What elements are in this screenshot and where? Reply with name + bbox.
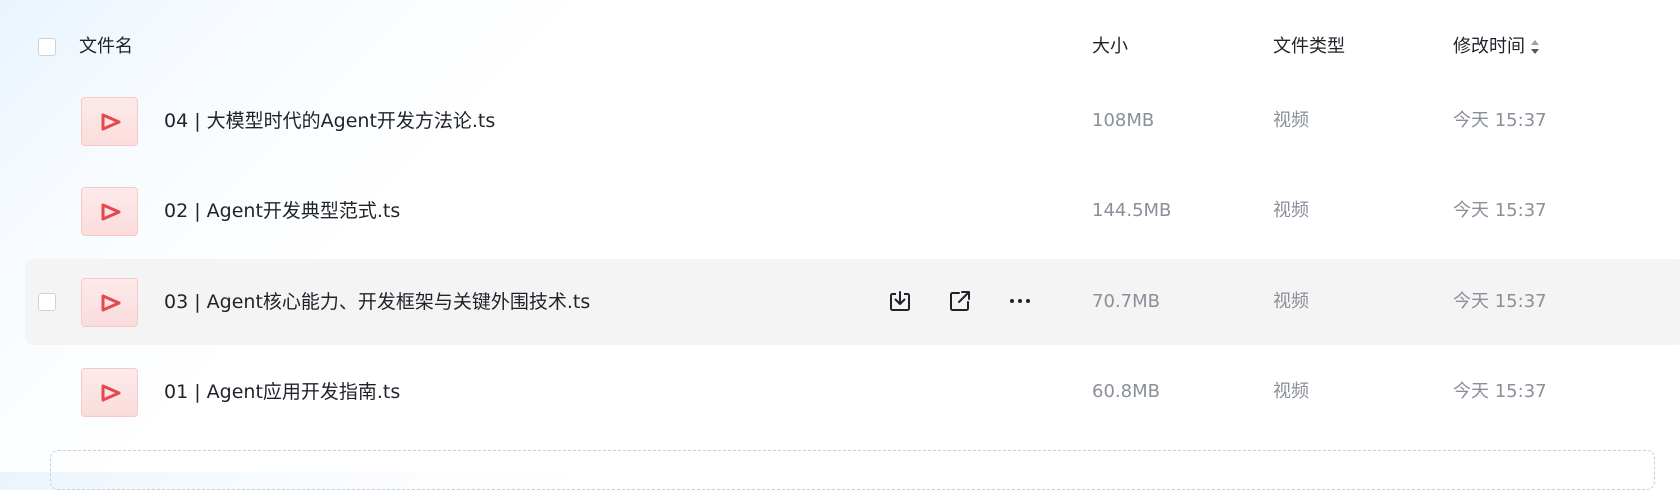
file-type: 视频	[1273, 291, 1309, 312]
file-modified-time: 今天 15:37	[1453, 200, 1547, 221]
video-file-thumbnail	[81, 278, 138, 327]
file-list: 文件名 大小 文件类型 修改时间 04 | 大模型时代的Agent开发方法论.t…	[0, 0, 1680, 490]
video-file-thumbnail	[81, 368, 138, 417]
sort-icon[interactable]	[1530, 39, 1540, 55]
file-type: 视频	[1273, 381, 1309, 402]
file-row[interactable]: 04 | 大模型时代的Agent开发方法论.ts 108MB 视频 今天 15:…	[0, 78, 1680, 164]
share-button[interactable]	[946, 287, 974, 315]
file-size: 108MB	[1092, 110, 1155, 131]
upload-drop-zone[interactable]	[50, 450, 1655, 490]
file-type: 视频	[1273, 200, 1309, 221]
file-row-hovered[interactable]: 03 | Agent核心能力、开发框架与关键外围技术.ts 70.7MB 视频 …	[0, 259, 1680, 345]
row-checkbox[interactable]	[38, 293, 56, 311]
download-button[interactable]	[886, 287, 914, 315]
file-size: 70.7MB	[1092, 291, 1160, 312]
select-all-checkbox[interactable]	[38, 38, 56, 56]
column-header-modified[interactable]: 修改时间	[1453, 35, 1525, 59]
file-row[interactable]: 02 | Agent开发典型范式.ts 144.5MB 视频 今天 15:37	[0, 168, 1680, 254]
share-icon	[950, 291, 970, 311]
video-file-thumbnail	[81, 187, 138, 236]
video-play-icon	[101, 384, 121, 402]
more-button[interactable]	[1006, 287, 1034, 315]
download-icon	[890, 291, 910, 311]
column-header-name[interactable]: 文件名	[79, 35, 133, 59]
video-file-thumbnail	[81, 97, 138, 146]
video-play-icon	[101, 294, 121, 312]
video-play-icon	[101, 203, 121, 221]
column-header-size[interactable]: 大小	[1092, 35, 1128, 59]
file-name[interactable]: 01 | Agent应用开发指南.ts	[164, 380, 400, 404]
file-size: 144.5MB	[1092, 200, 1172, 221]
file-modified-time: 今天 15:37	[1453, 110, 1547, 131]
video-play-icon	[101, 113, 121, 131]
file-modified-time: 今天 15:37	[1453, 381, 1547, 402]
more-icon	[1010, 299, 1030, 303]
file-size: 60.8MB	[1092, 381, 1160, 402]
file-row[interactable]: 01 | Agent应用开发指南.ts 60.8MB 视频 今天 15:37	[0, 349, 1680, 435]
file-name[interactable]: 03 | Agent核心能力、开发框架与关键外围技术.ts	[164, 290, 590, 314]
file-name[interactable]: 04 | 大模型时代的Agent开发方法论.ts	[164, 109, 495, 133]
file-modified-time: 今天 15:37	[1453, 291, 1547, 312]
column-header-type[interactable]: 文件类型	[1273, 35, 1345, 59]
file-type: 视频	[1273, 110, 1309, 131]
file-name[interactable]: 02 | Agent开发典型范式.ts	[164, 199, 400, 223]
